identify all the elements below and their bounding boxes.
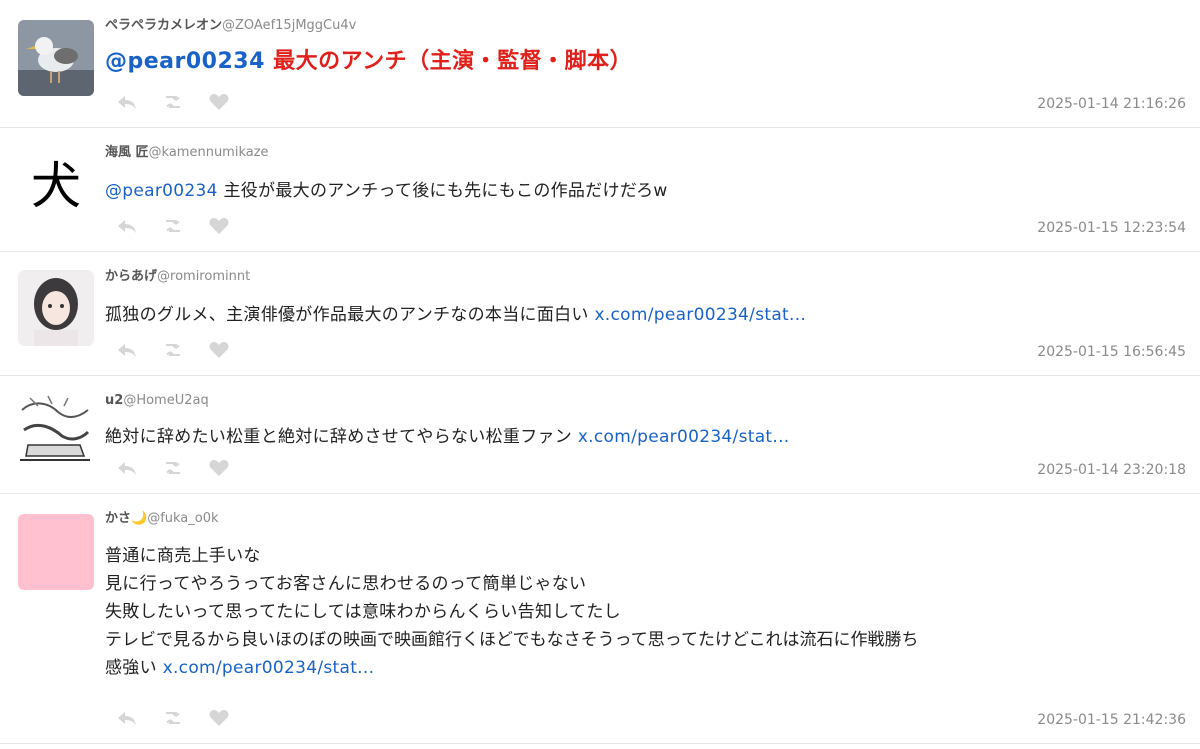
tweet-line: 普通に商売上手いな	[105, 546, 261, 566]
tweet: 犬 海風 匠@kamennumikaze @pear00234 主役が最大のアン…	[0, 128, 1200, 252]
tweet-line: テレビで見るから良いほのぼの映画で映画館行くほどでもなさそうって思ってたけどこれ…	[105, 630, 919, 650]
tweet-meta: からあげ@romirominnt	[105, 269, 250, 285]
tweet-line: 見に行ってやろうってお客さんに思わせるのって簡単じゃない	[105, 574, 587, 594]
tweet-text: @pear00234 最大のアンチ（主演・監督・脚本）	[105, 46, 632, 78]
retweet-icon[interactable]	[162, 93, 184, 111]
tweet-body: 孤独のグルメ、主演俳優が作品最大のアンチなの本当に面白い	[105, 305, 595, 325]
tweet-body: 最大のアンチ（主演・監督・脚本）	[264, 49, 633, 74]
tweet-link[interactable]: x.com/pear00234/stat...	[578, 427, 790, 447]
manga-avatar-image	[18, 390, 92, 466]
tweet: ペラペラカメレオン@ZOAef15jMggCu4v @pear00234 最大の…	[0, 0, 1200, 128]
reply-icon[interactable]	[116, 217, 138, 235]
tweet-line: 感強い x.com/pear00234/stat...	[105, 654, 1190, 682]
avatar[interactable]	[18, 20, 94, 96]
mention-link[interactable]: @pear00234	[105, 181, 218, 201]
user-name[interactable]: 海風 匠	[105, 145, 149, 160]
avatar[interactable]	[18, 270, 94, 346]
tweet-link[interactable]: x.com/pear00234/stat...	[594, 305, 806, 325]
tweet-actions	[116, 340, 230, 360]
tweet-meta: ペラペラカメレオン@ZOAef15jMggCu4v	[105, 18, 356, 34]
tweet-meta: 海風 匠@kamennumikaze	[105, 145, 269, 161]
reply-icon[interactable]	[116, 709, 138, 727]
user-name[interactable]: ペラペラカメレオン	[105, 18, 222, 33]
seagull-avatar-image	[18, 20, 94, 96]
retweet-icon[interactable]	[162, 341, 184, 359]
user-handle[interactable]: @kamennumikaze	[149, 145, 269, 160]
avatar[interactable]	[18, 390, 92, 466]
anime-girl-avatar-image	[18, 270, 94, 346]
user-name[interactable]: u2	[105, 393, 123, 408]
user-handle[interactable]: @romirominnt	[157, 269, 250, 284]
tweet-meta: u2@HomeU2aq	[105, 393, 209, 409]
tweet: u2@HomeU2aq 絶対に辞めたい松重と絶対に辞めさせてやらない松重ファン …	[0, 376, 1200, 494]
tweet-feed: ペラペラカメレオン@ZOAef15jMggCu4v @pear00234 最大の…	[0, 0, 1200, 749]
tweet-body: 絶対に辞めたい松重と絶対に辞めさせてやらない松重ファン	[105, 427, 578, 447]
retweet-icon[interactable]	[162, 217, 184, 235]
tweet-actions	[116, 216, 230, 236]
tweet-text: 普通に商売上手いな 見に行ってやろうってお客さんに思わせるのって簡単じゃない 失…	[105, 542, 1190, 682]
tweet-actions	[116, 458, 230, 478]
like-icon[interactable]	[208, 341, 230, 359]
retweet-icon[interactable]	[162, 459, 184, 477]
tweet-text: 絶対に辞めたい松重と絶対に辞めさせてやらない松重ファン x.com/pear00…	[105, 423, 790, 451]
timestamp[interactable]: 2025-01-15 12:23:54	[1037, 220, 1186, 236]
like-icon[interactable]	[208, 459, 230, 477]
tweet-text: @pear00234 主役が最大のアンチって後にも先にもこの作品だけだろw	[105, 177, 668, 205]
avatar-kanji: 犬	[31, 157, 81, 215]
user-handle[interactable]: @HomeU2aq	[123, 393, 208, 408]
tweet-line: 失敗したいって思ってたにしては意味わからんくらい告知してたし	[105, 602, 621, 622]
timestamp[interactable]: 2025-01-15 21:42:36	[1037, 712, 1186, 728]
reply-icon[interactable]	[116, 459, 138, 477]
reply-icon[interactable]	[116, 93, 138, 111]
avatar[interactable]: 犬	[18, 148, 94, 224]
tweet: からあげ@romirominnt 孤独のグルメ、主演俳優が作品最大のアンチなの本…	[0, 252, 1200, 376]
reply-icon[interactable]	[116, 341, 138, 359]
like-icon[interactable]	[208, 709, 230, 727]
user-handle[interactable]: @ZOAef15jMggCu4v	[222, 18, 356, 33]
user-handle[interactable]: @fuka_o0k	[147, 511, 218, 526]
tweet: かさ🌙@fuka_o0k 普通に商売上手いな 見に行ってやろうってお客さんに思わ…	[0, 494, 1200, 744]
tweet-body: 主役が最大のアンチって後にも先にもこの作品だけだろw	[217, 181, 668, 201]
like-icon[interactable]	[208, 93, 230, 111]
timestamp[interactable]: 2025-01-14 21:16:26	[1037, 96, 1186, 112]
tweet-link[interactable]: x.com/pear00234/stat...	[163, 658, 375, 678]
tweet-meta: かさ🌙@fuka_o0k	[105, 511, 219, 527]
user-name[interactable]: からあげ	[105, 269, 157, 284]
timestamp[interactable]: 2025-01-14 23:20:18	[1037, 462, 1186, 478]
tweet-actions	[116, 708, 230, 728]
tweet-text: 孤独のグルメ、主演俳優が作品最大のアンチなの本当に面白い x.com/pear0…	[105, 301, 806, 329]
like-icon[interactable]	[208, 217, 230, 235]
tweet-actions	[116, 92, 230, 112]
tweet-line-text: 感強い	[105, 658, 163, 678]
avatar[interactable]	[18, 514, 94, 590]
timestamp[interactable]: 2025-01-15 16:56:45	[1037, 344, 1186, 360]
user-name[interactable]: かさ🌙	[105, 511, 147, 526]
retweet-icon[interactable]	[162, 709, 184, 727]
mention-link[interactable]: @pear00234	[105, 49, 265, 74]
